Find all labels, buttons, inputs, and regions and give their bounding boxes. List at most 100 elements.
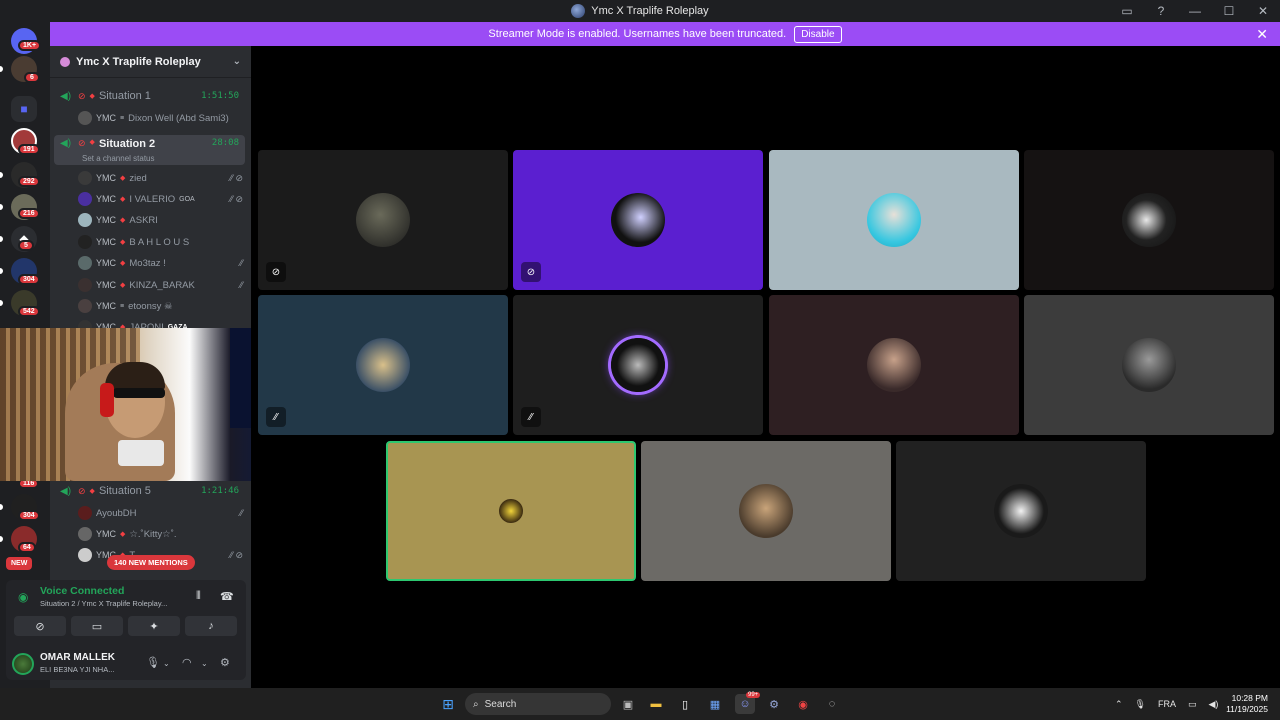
network-icon[interactable]: ▭ — [1188, 699, 1197, 710]
voice-member[interactable]: YMC ≡ Dixon Well (Abd Sami3) — [78, 108, 243, 128]
diamond-icon: ◆ — [120, 260, 126, 267]
chrome-icon[interactable]: ◉ — [793, 694, 813, 714]
guild-badge: 216 — [18, 208, 40, 219]
participant-tile[interactable]: ⁄⁄ — [513, 295, 763, 435]
voice-member[interactable]: YMC ◆ KINZA_BARAK ⁄⁄ — [78, 275, 243, 295]
participant-tile[interactable] — [1024, 150, 1274, 290]
new-unreads-badge[interactable]: NEW — [6, 557, 33, 570]
no-entry-icon: ⊘ — [78, 90, 86, 101]
language-indicator[interactable]: FRA — [1158, 699, 1176, 709]
server-header[interactable]: Ymc X Traplife Roleplay ⌄ — [50, 46, 251, 78]
user-name[interactable]: OMAR MALLEK — [40, 652, 115, 663]
member-tag: YMC — [96, 301, 116, 311]
voice-member[interactable]: AyoubDH ⁄⁄ — [78, 503, 243, 523]
chevron-down-icon[interactable]: ⌄ — [233, 56, 241, 67]
clock-date: 11/19/2025 — [1226, 704, 1268, 714]
member-tag: YMC — [96, 215, 116, 225]
participant-tile-speaking[interactable] — [386, 441, 636, 581]
steam-icon[interactable]: ⚙ — [764, 694, 784, 714]
participant-tile[interactable]: ⊘ — [258, 150, 508, 290]
task-view-icon[interactable]: ▣ — [618, 694, 638, 714]
voice-member[interactable]: YMC ◆ I VALERIO GOA ⁄⁄ ⊘ — [78, 189, 243, 209]
voice-member[interactable]: YMC ◆ ☆.˚Kitty☆˚. — [78, 524, 243, 544]
participant-avatar — [1122, 193, 1176, 247]
volume-icon[interactable]: ◀) — [1209, 699, 1219, 710]
streamer-mode-banner: Streamer Mode is enabled. Usernames have… — [50, 22, 1280, 46]
participant-tile[interactable] — [1024, 295, 1274, 435]
streamer-hair — [105, 362, 165, 390]
avatar — [78, 235, 92, 249]
muted-deafened-icons: ⁄⁄ ⊘ — [229, 549, 243, 560]
voice-connected-title[interactable]: Voice Connected — [40, 585, 124, 597]
chevron-up-icon[interactable]: ⌃ — [1115, 699, 1123, 710]
window-title: Ymc X Traplife Roleplay — [571, 4, 709, 18]
activities-button[interactable]: ✦ — [128, 616, 180, 636]
muted-icon: ⁄⁄ — [521, 407, 541, 427]
muted-icon: ⁄⁄ — [266, 407, 286, 427]
avatar — [78, 171, 92, 185]
file-explorer-icon[interactable]: ▬ — [646, 694, 666, 714]
avatar — [78, 527, 92, 541]
server-boost-icon — [60, 56, 70, 67]
noise-suppression-icon[interactable]: ⦀ — [196, 590, 201, 603]
participant-avatar — [356, 338, 410, 392]
voice-channel-situation-1[interactable]: ◀) ⊘ ◆ Situation 1 1:51:50 — [54, 86, 245, 106]
voice-channel-situation-2[interactable]: ◀) ⊘ ◆ Situation 2 28:08 Set a channel s… — [54, 135, 245, 165]
folder-icon[interactable]: ■ — [11, 96, 37, 122]
app-icon[interactable]: ◌ — [822, 694, 842, 714]
participant-tile[interactable]: ⁄⁄ — [258, 295, 508, 435]
participant-tile[interactable]: ⊘ — [513, 150, 763, 290]
chevron-down-icon[interactable]: ⌄ — [201, 659, 208, 668]
notepad-icon[interactable]: ▯ — [675, 694, 695, 714]
soundboard-button[interactable]: ♪ — [185, 616, 237, 636]
maximize-button[interactable]: ☐ — [1212, 0, 1246, 22]
disable-streamer-button[interactable]: Disable — [794, 25, 842, 43]
member-name: KINZA_BARAK — [129, 279, 195, 291]
participant-tile[interactable] — [896, 441, 1146, 581]
close-window-button[interactable]: ✕ — [1246, 0, 1280, 22]
microphone-icon[interactable]: 🎙 — [146, 656, 160, 669]
taskbar-search[interactable]: ⌕ Search — [465, 693, 611, 715]
guild-badge: 292 — [18, 176, 40, 187]
microphone-tray-icon[interactable]: 🎙 — [1135, 699, 1146, 710]
member-tag: YMC — [96, 113, 116, 123]
participant-tile[interactable] — [769, 150, 1019, 290]
separator-icon: ≡ — [120, 114, 125, 122]
voice-channel-path[interactable]: Situation 2 / Ymc X Traplife Roleplay... — [40, 599, 167, 608]
signal-icon[interactable]: ◉ — [18, 590, 28, 604]
headphones-icon[interactable]: ◠ — [182, 656, 192, 669]
inbox-icon[interactable]: ▭ — [1110, 0, 1144, 22]
camera-off-button[interactable]: ⊘ — [14, 616, 66, 636]
avatar — [78, 278, 92, 292]
voice-member[interactable]: YMC ◆ B A H L O U S — [78, 232, 243, 252]
voice-member[interactable]: YMC ◆ ASKRI — [78, 210, 243, 230]
channel-status[interactable]: Set a channel status — [82, 154, 155, 163]
user-avatar[interactable] — [12, 653, 34, 675]
guild-pill — [0, 536, 3, 542]
participant-tile[interactable] — [641, 441, 891, 581]
screen-share-button[interactable]: ▭ — [71, 616, 123, 636]
participant-avatar — [739, 484, 793, 538]
store-icon[interactable]: ▦ — [705, 694, 725, 714]
start-menu-icon[interactable]: ⊞ — [438, 694, 458, 714]
diamond-icon: ◆ — [120, 282, 126, 289]
clock-time: 10:28 PM — [1231, 693, 1268, 703]
participant-tile[interactable] — [769, 295, 1019, 435]
disconnect-icon[interactable]: ☎ — [220, 590, 234, 603]
voice-member[interactable]: YMC ≡ etoonsy ☠ — [78, 296, 243, 316]
voice-member[interactable]: YMC ◆ Mo3taz ! ⁄⁄ — [78, 253, 243, 273]
minimize-button[interactable]: — — [1178, 0, 1212, 22]
close-banner-icon[interactable]: ✕ — [1256, 26, 1268, 43]
voice-member[interactable]: YMC ◆ zied ⁄⁄ ⊘ — [78, 168, 243, 188]
help-icon[interactable]: ? — [1144, 0, 1178, 22]
participant-avatar — [611, 338, 665, 392]
member-tag: YMC — [96, 237, 116, 247]
chevron-down-icon[interactable]: ⌄ — [163, 659, 170, 668]
clock[interactable]: 10:28 PM 11/19/2025 — [1226, 693, 1268, 715]
voice-channel-situation-5[interactable]: ◀) ⊘ ◆ Situation 5 1:21:46 — [54, 481, 245, 501]
settings-gear-icon[interactable]: ⚙ — [220, 656, 230, 669]
sunglasses — [113, 388, 165, 398]
participant-avatar — [611, 193, 665, 247]
guild-pill — [0, 204, 3, 210]
new-mentions-pill[interactable]: 140 NEW MENTIONS — [107, 555, 195, 570]
